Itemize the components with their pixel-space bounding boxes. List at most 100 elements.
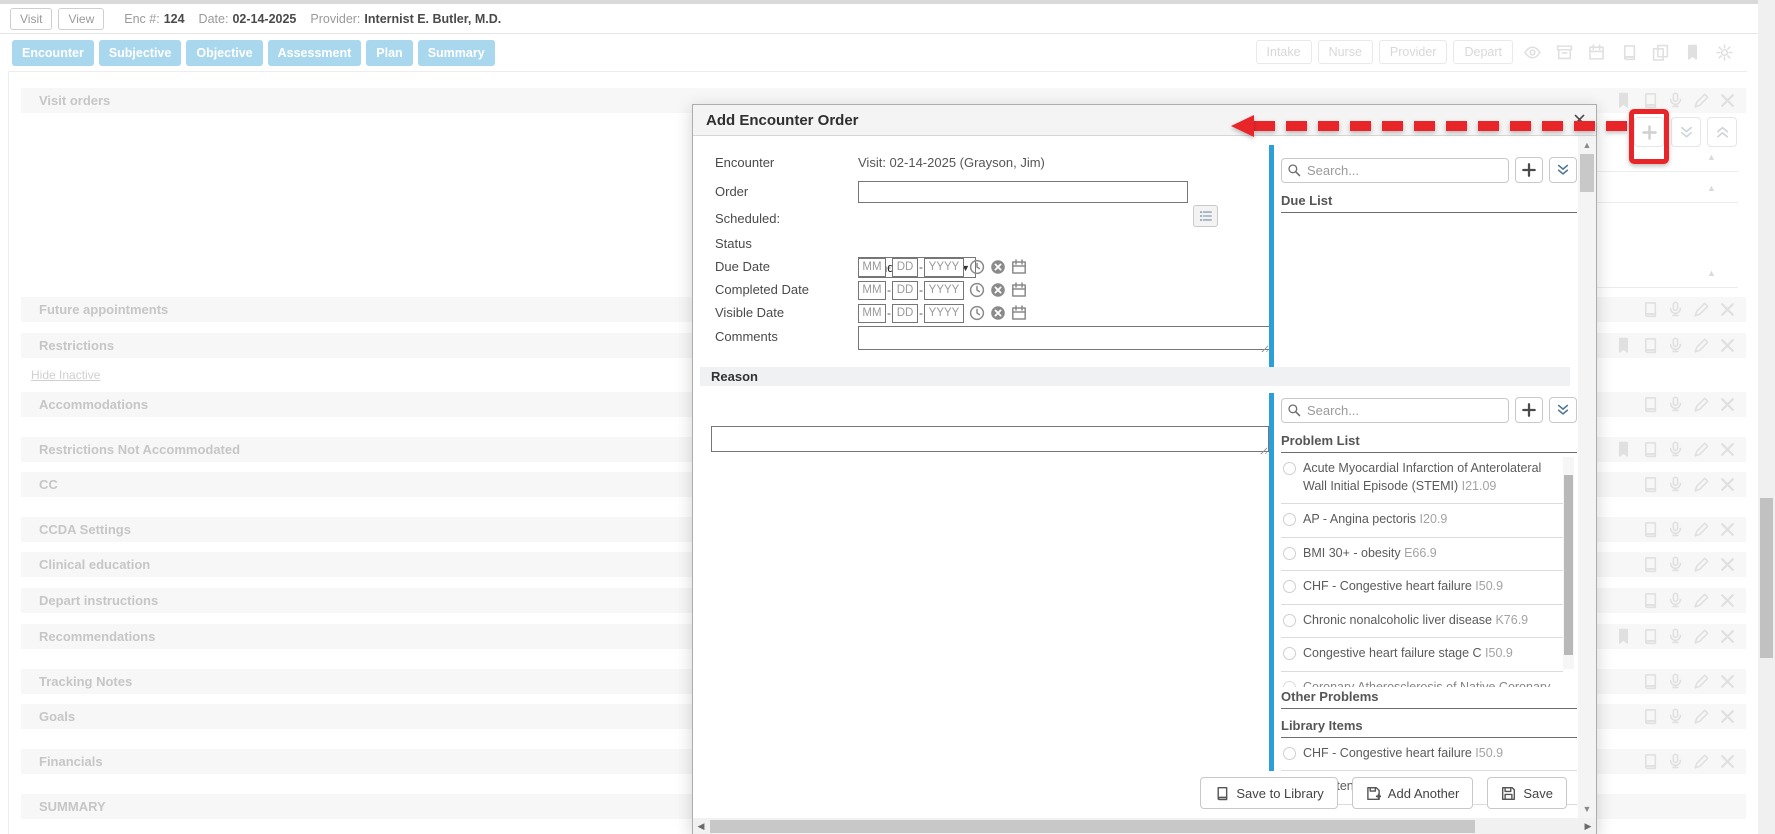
- stage-tab-intake[interactable]: Intake: [1256, 40, 1312, 64]
- close-icon[interactable]: [1714, 705, 1740, 728]
- tab-assessment[interactable]: Assessment: [268, 40, 362, 66]
- close-icon[interactable]: [1714, 473, 1740, 496]
- radio-icon[interactable]: [1283, 547, 1296, 560]
- view-tab[interactable]: View: [58, 8, 104, 30]
- calendar-icon[interactable]: [1011, 282, 1027, 298]
- order-lookup-button[interactable]: [1193, 205, 1218, 227]
- radio-icon[interactable]: [1283, 513, 1296, 526]
- close-icon[interactable]: [1714, 750, 1740, 773]
- microphone-icon[interactable]: [1662, 625, 1688, 648]
- bookmark-icon[interactable]: [1610, 334, 1636, 357]
- add-problem-button[interactable]: [1515, 397, 1543, 423]
- mm-input[interactable]: MM: [858, 258, 886, 277]
- pencil-icon[interactable]: [1688, 334, 1714, 357]
- archive-icon[interactable]: [1551, 41, 1577, 63]
- hide-inactive-link[interactable]: Hide Inactive: [31, 368, 100, 382]
- problem-list-item[interactable]: Coronary Atherosclerosis of Native Coron…: [1281, 672, 1563, 687]
- tab-plan[interactable]: Plan: [366, 40, 412, 66]
- bookmark-icon[interactable]: [1610, 625, 1636, 648]
- book-icon[interactable]: [1636, 298, 1662, 321]
- due-search-input[interactable]: [1281, 158, 1509, 183]
- radio-icon[interactable]: [1283, 681, 1296, 687]
- xcircle-icon[interactable]: [990, 259, 1006, 275]
- browser-scrollbar[interactable]: [1758, 0, 1775, 834]
- scroll-up-icon[interactable]: ▲: [1578, 140, 1596, 150]
- dialog-vscroll-thumb[interactable]: [1580, 154, 1594, 192]
- book-icon[interactable]: [1636, 518, 1662, 541]
- pencil-icon[interactable]: [1688, 473, 1714, 496]
- book-icon[interactable]: [1636, 705, 1662, 728]
- reason-textarea[interactable]: [711, 426, 1269, 452]
- close-icon[interactable]: [1714, 334, 1740, 357]
- pencil-icon[interactable]: [1688, 553, 1714, 576]
- expand-all-button[interactable]: [1549, 397, 1577, 423]
- close-icon[interactable]: [1714, 589, 1740, 612]
- scroll-down-icon[interactable]: ▼: [1578, 804, 1596, 814]
- radio-icon[interactable]: [1283, 614, 1296, 627]
- browser-scrollbar-thumb[interactable]: [1760, 498, 1773, 658]
- dialog-hscroll-thumb[interactable]: [710, 820, 1475, 833]
- expand-all-button[interactable]: [1671, 117, 1701, 147]
- microphone-icon[interactable]: [1662, 553, 1688, 576]
- microphone-icon[interactable]: [1662, 473, 1688, 496]
- pencil-icon[interactable]: [1688, 750, 1714, 773]
- problem-list-item[interactable]: Acute Myocardial Infarction of Anterolat…: [1281, 453, 1563, 504]
- close-icon[interactable]: [1714, 298, 1740, 321]
- close-icon[interactable]: [1714, 438, 1740, 461]
- book-icon[interactable]: [1636, 670, 1662, 693]
- library-list-item[interactable]: CHF - Congestive heart failure I50.9: [1281, 738, 1577, 772]
- microphone-icon[interactable]: [1662, 393, 1688, 416]
- book-icon[interactable]: [1636, 393, 1662, 416]
- tab-subjective[interactable]: Subjective: [99, 40, 182, 66]
- collapse-triangle-icon[interactable]: ▲: [1707, 183, 1716, 193]
- yyyy-input[interactable]: YYYY: [924, 281, 964, 300]
- calendar-icon[interactable]: [1011, 305, 1027, 321]
- book-icon[interactable]: [1615, 41, 1641, 63]
- stage-tab-depart[interactable]: Depart: [1453, 40, 1513, 64]
- book-icon[interactable]: [1636, 473, 1662, 496]
- microphone-icon[interactable]: [1662, 589, 1688, 612]
- close-icon[interactable]: [1714, 518, 1740, 541]
- pencil-icon[interactable]: [1688, 705, 1714, 728]
- collapse-all-button[interactable]: [1707, 117, 1737, 147]
- pencil-icon[interactable]: [1688, 89, 1714, 112]
- dd-input[interactable]: DD: [892, 258, 918, 277]
- close-icon[interactable]: [1714, 670, 1740, 693]
- collapse-triangle-icon[interactable]: ▲: [1707, 152, 1716, 162]
- close-icon[interactable]: [1714, 393, 1740, 416]
- book-icon[interactable]: [1636, 553, 1662, 576]
- expand-all-button[interactable]: [1549, 157, 1577, 183]
- radio-icon[interactable]: [1283, 462, 1296, 475]
- problem-list-item[interactable]: BMI 30+ - obesity E66.9: [1281, 538, 1563, 572]
- microphone-icon[interactable]: [1662, 518, 1688, 541]
- close-icon[interactable]: [1714, 625, 1740, 648]
- yyyy-input[interactable]: YYYY: [924, 258, 964, 277]
- pencil-icon[interactable]: [1688, 518, 1714, 541]
- add-another-button[interactable]: Add Another: [1352, 777, 1474, 809]
- eye-icon[interactable]: [1519, 41, 1545, 63]
- comments-textarea[interactable]: [858, 326, 1270, 350]
- stage-tab-nurse[interactable]: Nurse: [1318, 40, 1373, 64]
- pencil-icon[interactable]: [1688, 589, 1714, 612]
- microphone-icon[interactable]: [1662, 438, 1688, 461]
- tab-encounter[interactable]: Encounter: [12, 40, 94, 66]
- stage-tab-provider[interactable]: Provider: [1379, 40, 1448, 64]
- book-icon[interactable]: [1636, 625, 1662, 648]
- calendar-icon[interactable]: [1011, 259, 1027, 275]
- clock-icon[interactable]: [969, 305, 985, 321]
- dd-input[interactable]: DD: [892, 281, 918, 300]
- mm-input[interactable]: MM: [858, 281, 886, 300]
- problem-list-scrollbar-thumb[interactable]: [1564, 475, 1573, 655]
- clock-icon[interactable]: [969, 282, 985, 298]
- pencil-icon[interactable]: [1688, 670, 1714, 693]
- copy-icon[interactable]: [1647, 41, 1673, 63]
- gear-icon[interactable]: [1711, 41, 1737, 63]
- pencil-icon[interactable]: [1688, 298, 1714, 321]
- book-icon[interactable]: [1636, 750, 1662, 773]
- scroll-right-icon[interactable]: ▶: [1580, 821, 1596, 832]
- problem-list-item[interactable]: CHF - Congestive heart failure I50.9: [1281, 571, 1563, 605]
- pencil-icon[interactable]: [1688, 625, 1714, 648]
- dd-input[interactable]: DD: [892, 304, 918, 323]
- yyyy-input[interactable]: YYYY: [924, 304, 964, 323]
- tab-objective[interactable]: Objective: [186, 40, 262, 66]
